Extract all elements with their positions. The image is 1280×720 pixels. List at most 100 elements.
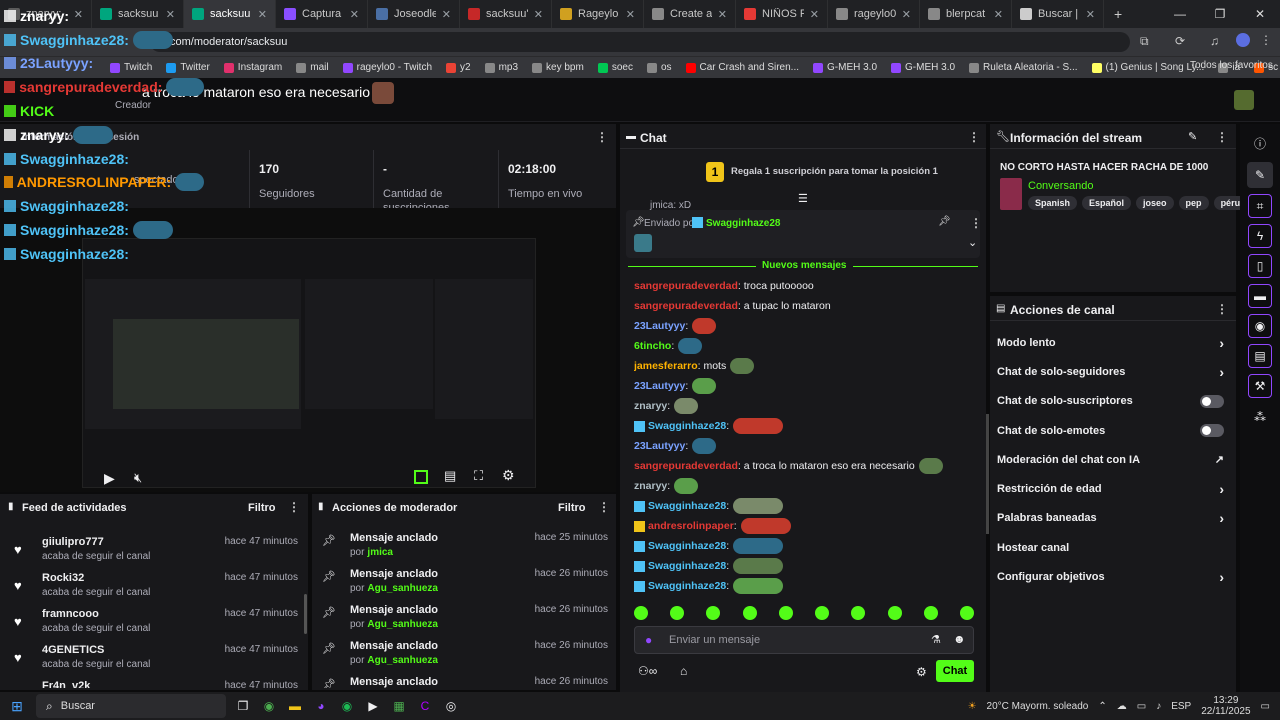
apps-icon[interactable]: ⁂ <box>1247 404 1273 430</box>
feed-menu-icon[interactable]: ⋮ <box>288 500 300 514</box>
theatre-icon[interactable]: ▤ <box>444 468 456 484</box>
network-icon[interactable]: ▭ <box>1137 701 1146 712</box>
chrome-icon[interactable]: ◉ <box>256 696 282 716</box>
lang-indicator[interactable]: ESP <box>1171 701 1191 712</box>
crop-icon[interactable]: ⌗ <box>1248 194 1272 218</box>
chat-message[interactable]: Swagginhaze28: <box>634 536 980 556</box>
mod-action-item[interactable]: 📌︎ Mensaje anclado por Agu_sanhueza hace 26 … <box>322 568 608 604</box>
toggle-switch[interactable] <box>1200 394 1224 408</box>
chat-message[interactable]: andresrolinpaper: <box>634 516 980 536</box>
chat-message[interactable]: Swagginhaze28: <box>634 576 980 596</box>
chat-username[interactable]: sangrepuradeverdad <box>634 460 738 472</box>
close-window-icon[interactable]: ✕ <box>1240 0 1280 28</box>
bookmark-item[interactable]: G-MEH 3.0 <box>813 62 877 73</box>
chat-message[interactable]: sangrepuradeverdad: a tupac lo mataron <box>634 296 980 316</box>
feed-filter-button[interactable]: Filtro <box>248 502 276 514</box>
bookmark-item[interactable]: os <box>646 62 672 73</box>
chat-username[interactable]: 23Lautyyy <box>634 440 685 452</box>
quick-emote-icon[interactable] <box>815 606 830 620</box>
quick-emote-icon[interactable] <box>778 606 793 620</box>
onedrive-icon[interactable]: ☁ <box>1117 701 1127 712</box>
quick-emote-icon[interactable] <box>670 606 685 620</box>
chat-username[interactable]: znaryy <box>634 400 667 412</box>
feed-item[interactable]: ♥ giiulipro777 acaba de seguir el canal hac… <box>14 536 298 572</box>
browser-tab[interactable]: rageylo0 - 7 ✕ <box>828 0 920 28</box>
edit-icon[interactable]: ✎ <box>1188 130 1197 143</box>
quick-emote-icon[interactable] <box>851 606 866 620</box>
tab-close-icon[interactable]: ✕ <box>994 8 1003 21</box>
mod-action-item[interactable]: 📌︎ Mensaje anclado por Agu_sanhueza hace 26 … <box>322 640 608 676</box>
chat-message[interactable]: 23Lautyyy: <box>634 316 980 336</box>
gift-icon[interactable]: ⌂ <box>680 664 687 678</box>
tab-close-icon[interactable]: ✕ <box>718 8 727 21</box>
mod-action-user[interactable]: Agu_sanhueza <box>367 583 438 594</box>
clock[interactable]: 13:29 22/11/2025 <box>1201 695 1250 717</box>
clipboard-icon[interactable]: ▯ <box>1248 254 1272 278</box>
category-name[interactable]: Conversando <box>1028 180 1093 192</box>
bookmark-item[interactable]: mp3 <box>484 62 518 73</box>
tab-close-icon[interactable]: ✕ <box>258 8 267 21</box>
sort-icon[interactable]: ☰ <box>798 192 808 205</box>
weather-text[interactable]: 20°C Mayorm. soleado <box>987 701 1089 712</box>
chat-username[interactable]: 6tincho <box>634 340 671 352</box>
windows-start-icon[interactable]: ⊞ <box>4 696 30 716</box>
browser-tab[interactable]: Rageylo - Tik ✕ <box>552 0 644 28</box>
sync-icon[interactable]: ⟳ <box>1175 34 1185 48</box>
feed-item[interactable]: ♥ Rocki32 acaba de seguir el canal hace 47 … <box>14 572 298 608</box>
explorer-icon[interactable]: ▬ <box>282 696 308 716</box>
quick-emote-icon[interactable] <box>742 606 757 620</box>
edit-rail-icon[interactable]: ✎ <box>1247 162 1273 188</box>
stream-info-menu-icon[interactable]: ⋮ <box>1216 130 1228 144</box>
feed-item[interactable]: ♥ framncooo acaba de seguir el canal hace 4… <box>14 608 298 644</box>
all-favorites[interactable]: Todos los favoritos <box>1190 60 1273 71</box>
channel-action-item[interactable]: Palabras baneadas › <box>997 504 1236 533</box>
channel-action-item[interactable]: Chat de solo-seguidores › <box>997 357 1236 386</box>
mod-action-user[interactable]: jmica <box>367 547 393 558</box>
smiley-icon[interactable]: ☻ <box>953 632 966 646</box>
mod-action-user[interactable]: Agu_sanhueza <box>367 619 438 630</box>
browser-tab[interactable]: Buscar | Beb ✕ <box>1012 0 1104 28</box>
taskbar-search[interactable]: ⌕ Buscar <box>36 694 226 718</box>
chat-username[interactable]: Swagginhaze28 <box>648 420 726 432</box>
chat-message[interactable]: Swagginhaze28: <box>634 416 980 436</box>
fullscreen-icon[interactable]: ⛶ <box>474 468 483 484</box>
quick-emote-icon[interactable] <box>959 606 974 620</box>
info-icon[interactable]: ⓘ <box>1247 130 1273 156</box>
discord-icon[interactable]: ◕ <box>308 696 334 716</box>
volume-icon[interactable]: ♪ <box>1156 701 1161 712</box>
chat-message[interactable]: 6tincho: <box>634 336 980 356</box>
chat-rail-icon[interactable]: ▬ <box>1248 284 1272 308</box>
stream-tag[interactable]: Spanish <box>1028 196 1078 210</box>
mod-action-item[interactable]: 📌︎ Mensaje anclado por jmica hace 25 minutos <box>322 532 608 568</box>
stream-tag[interactable]: joseo <box>1136 196 1174 210</box>
pinned-menu-icon[interactable]: ⋮ <box>970 216 982 230</box>
category-thumbnail[interactable] <box>1000 178 1022 210</box>
browser-tab[interactable]: Captura de p ✕ <box>276 0 368 28</box>
app-icon[interactable]: ▦ <box>386 696 412 716</box>
browser-tab[interactable]: NIÑOS RATA ✕ <box>736 0 828 28</box>
stream-tag[interactable]: Español <box>1082 196 1132 210</box>
tray-arrow-icon[interactable]: ⌃ <box>1098 701 1106 712</box>
tab-close-icon[interactable]: ✕ <box>626 8 635 21</box>
chat-message[interactable]: sangrepuradeverdad: a troca lo mataron e… <box>634 456 980 476</box>
browser-tab[interactable]: Create a EM ✕ <box>644 0 736 28</box>
mod-action-user[interactable]: Agu_sanhueza <box>367 655 438 666</box>
channel-action-item[interactable]: Modo lento › <box>997 328 1236 357</box>
browser-tab[interactable]: blerpcat - 7 ✕ <box>920 0 1012 28</box>
expand-chevron-icon[interactable]: ⌄ <box>968 236 977 249</box>
feed-scrollbar[interactable] <box>304 594 307 634</box>
quick-emote-icon[interactable] <box>923 606 938 620</box>
channel-action-item[interactable]: Configurar objetivos › <box>997 562 1236 591</box>
bookmark-item[interactable]: (1) Genius | Song Ly... <box>1091 62 1204 73</box>
broadcast-icon[interactable]: ◉ <box>1248 314 1272 338</box>
mod-action-item[interactable]: 📌︎ Mensaje anclado por Agu_sanhueza hace 26 … <box>322 604 608 640</box>
chat-message[interactable]: 23Lautyyy: <box>634 436 980 456</box>
channel-action-item[interactable]: Chat de solo-emotes <box>997 416 1236 445</box>
bookmark-item[interactable]: rageylo0 - Twitch <box>342 62 432 73</box>
chat-username[interactable]: znaryy <box>634 480 667 492</box>
tab-close-icon[interactable]: ✕ <box>534 8 543 21</box>
canva-icon[interactable]: C <box>412 696 438 716</box>
chat-message[interactable]: Swagginhaze28: <box>634 556 980 576</box>
bookmark-item[interactable]: soec <box>597 62 633 73</box>
bookmark-item[interactable]: Ruleta Aleatoria - S... <box>969 62 1078 73</box>
